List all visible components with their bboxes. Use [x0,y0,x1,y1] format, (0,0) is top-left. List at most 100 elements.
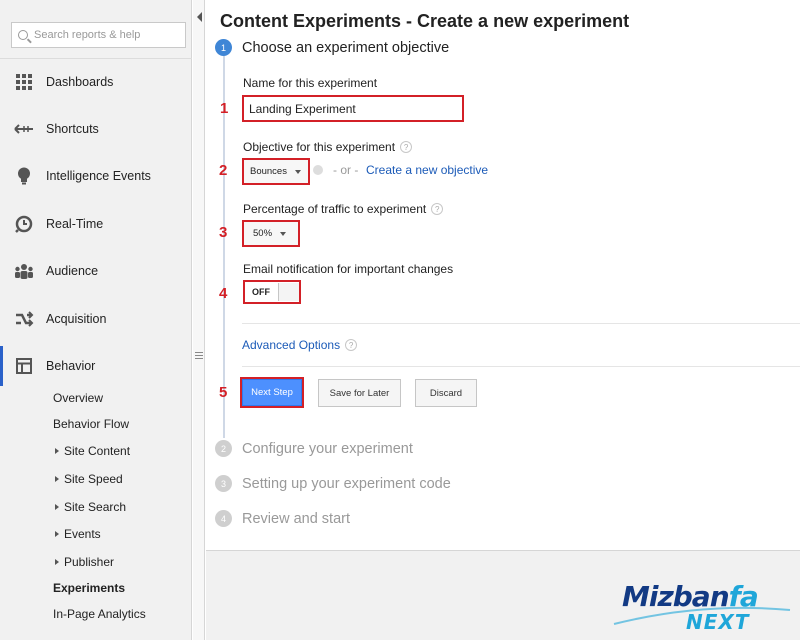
email-label: Email notification for important changes [243,262,453,276]
mizbanfa-logo: Mizbanfa NEXT [612,580,792,636]
sidebar-item-label: Intelligence Events [46,169,151,183]
sidebar-item-real-time[interactable]: Real-Time [0,204,192,244]
toggle-state: OFF [252,287,270,297]
sidebar-item-shortcuts[interactable]: Shortcuts [0,109,192,149]
sidebar-item-acquisition[interactable]: Acquisition [0,299,192,339]
objective-dropdown[interactable]: Bounces [242,158,310,185]
traffic-dropdown[interactable]: 50% [242,220,300,247]
search-box[interactable] [11,22,186,48]
acquisition-arrows-icon [12,307,36,331]
chevron-down-icon [294,169,301,174]
traffic-label-text: Percentage of traffic to experiment [243,202,427,216]
objective-value: Bounces [250,166,287,177]
step-number-4: 4 [215,510,232,527]
step-number-3: 3 [215,475,232,492]
search-icon [18,30,28,40]
sidebar-divider [0,58,192,59]
divider [242,323,800,324]
dashboard-grid-icon [12,70,36,94]
expand-triangle-icon [55,447,59,454]
sidebar-subitem-site-speed[interactable]: Site Speed [53,472,123,486]
expand-triangle-icon [55,558,59,565]
sidebar-subitem-behavior-flow[interactable]: Behavior Flow [53,417,129,431]
name-label: Name for this experiment [243,76,377,90]
sidebar-subitem-overview[interactable]: Overview [53,391,103,405]
subitem-label: In-Page Analytics [53,607,146,621]
step-number-2: 2 [215,440,232,457]
annotation-3: 3 [219,224,228,241]
subitem-label: Behavior Flow [53,417,130,431]
sidebar-item-label: Acquisition [46,312,107,326]
sidebar-subitem-site-search[interactable]: Site Search [53,500,126,514]
annotation-2: 2 [219,162,228,179]
sidebar-subitem-in-page-analytics[interactable]: In-Page Analytics [53,607,146,621]
name-label-text: Name for this experiment [243,76,378,90]
sidebar-splitter[interactable] [193,0,205,640]
annotation-5: 5 [219,384,228,401]
sidebar-subitem-publisher[interactable]: Publisher [53,555,114,569]
step-title-4: Review and start [242,511,350,527]
subitem-label: Site Search [64,500,127,514]
sidebar-subitem-events[interactable]: Events [53,527,101,541]
email-label-text: Email notification for important changes [243,262,454,276]
next-step-button[interactable]: Next Step [240,377,304,408]
objective-label-text: Objective for this experiment [243,140,396,154]
search-input[interactable] [34,29,174,41]
annotation-4: 4 [219,285,228,302]
toggle-knob [277,283,299,301]
sidebar-item-label: Audience [46,264,99,278]
logo-brand: Mizbanfa [622,580,759,613]
clear-objective-icon[interactable] [313,165,323,175]
shortcut-arrow-icon [12,117,36,141]
step-title-2: Configure your experiment [242,441,413,457]
or-separator: - or - [333,163,359,177]
sidebar-item-label: Shortcuts [46,122,99,136]
step-title-1: Choose an experiment objective [242,40,450,56]
sidebar-item-intelligence-events[interactable]: Intelligence Events [0,156,192,196]
realtime-clock-icon [12,212,36,236]
sidebar-item-dashboards[interactable]: Dashboards [0,62,192,102]
advanced-options-link[interactable]: Advanced Options? [242,338,358,352]
discard-button[interactable]: Discard [415,379,477,407]
lightbulb-icon [12,164,36,188]
create-objective-link[interactable]: Create a new objective [366,163,488,177]
expand-triangle-icon [55,475,59,482]
sidebar-item-behavior[interactable]: Behavior [0,346,192,386]
email-notification-toggle[interactable]: OFF [243,280,301,304]
sidebar-subitem-experiments[interactable]: Experiments [53,581,125,595]
sidebar-subitem-site-content[interactable]: Site Content [53,444,130,458]
experiment-name-input[interactable] [242,95,464,122]
sidebar-item-label: Real-Time [46,217,104,231]
chevron-down-icon [280,231,287,236]
objective-label: Objective for this experiment? [243,140,413,154]
behavior-window-icon [12,354,36,378]
sidebar-item-label: Behavior [46,359,96,373]
subitem-label: Site Content [64,444,131,458]
sidebar-item-label: Dashboards [46,75,114,89]
expand-triangle-icon [55,503,59,510]
audience-people-icon [12,259,36,283]
sidebar-item-audience[interactable]: Audience [0,251,192,291]
grip-handle-icon[interactable] [195,352,203,362]
subitem-label: Publisher [64,555,115,569]
page-title: Content Experiments - Create a new exper… [220,11,630,31]
divider [242,366,800,367]
logo-next: NEXT [686,610,750,634]
traffic-label: Percentage of traffic to experiment? [243,202,444,216]
annotation-1: 1 [220,100,229,117]
help-icon[interactable]: ? [400,141,413,153]
subitem-label: Events [64,527,101,541]
logo-brand-text: Mizban [622,580,730,613]
logo-brand-suffix: fa [728,580,759,613]
step-title-3: Setting up your experiment code [242,476,451,492]
collapse-left-icon[interactable] [197,12,202,22]
step-number-1: 1 [215,39,232,56]
help-icon[interactable]: ? [431,203,444,215]
advanced-options-text: Advanced Options [242,338,341,352]
subitem-label: Experiments [53,581,126,595]
help-icon[interactable]: ? [345,339,358,351]
expand-triangle-icon [55,530,59,537]
subitem-label: Overview [53,391,104,405]
save-for-later-button[interactable]: Save for Later [318,379,401,407]
subitem-label: Site Speed [64,472,123,486]
